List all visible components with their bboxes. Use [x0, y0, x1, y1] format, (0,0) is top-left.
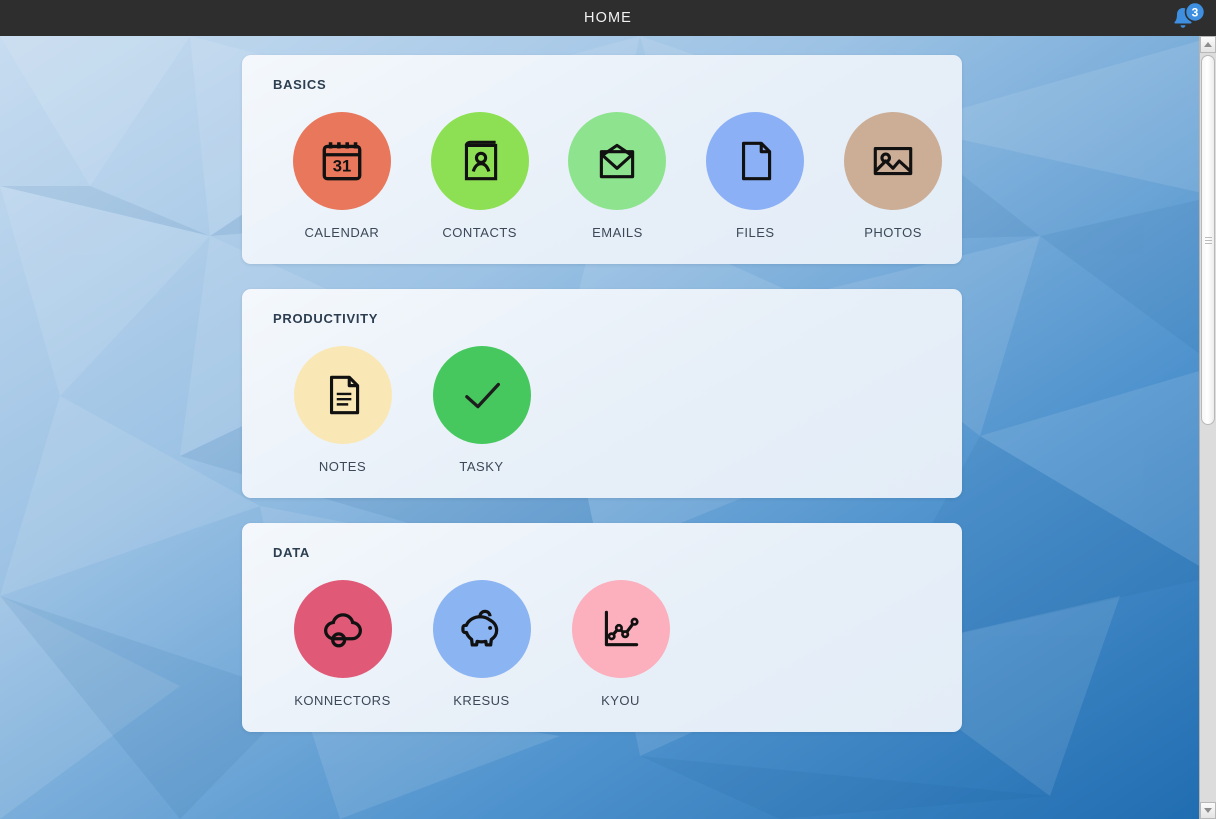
app-icon-circle[interactable] [293, 346, 392, 444]
app-tile-contacts[interactable]: CONTACTS [411, 112, 549, 240]
caret-down-icon [1204, 808, 1212, 813]
app-tile-kyou[interactable]: KYOU [551, 580, 690, 708]
app-grid: 31 CALENDAR CONTACTS EMAILS FILES PHOTOS [242, 92, 962, 264]
app-icon-circle[interactable]: 31 [292, 112, 391, 210]
scrollbar-thumb[interactable] [1201, 55, 1215, 425]
app-label: EMAILS [592, 225, 643, 240]
desktop-background: BASICS 31 CALENDAR CONTACTS EMAILS FILES… [0, 36, 1216, 819]
scrollbar-grip [1204, 235, 1212, 246]
app-tile-tasky[interactable]: TASKY [412, 346, 551, 474]
app-sections: BASICS 31 CALENDAR CONTACTS EMAILS FILES… [242, 55, 962, 757]
svg-text:31: 31 [333, 156, 352, 175]
scroll-up-button[interactable] [1200, 36, 1216, 53]
app-grid: NOTES TASKY [242, 326, 962, 498]
app-grid: KONNECTORS KRESUS KYOU [242, 560, 962, 732]
caret-up-icon [1204, 42, 1212, 47]
notification-count: 3 [1192, 6, 1199, 20]
app-label: CONTACTS [442, 225, 517, 240]
envelope-icon [600, 143, 635, 179]
title-bar: HOME 3 [0, 0, 1216, 36]
app-icon-circle[interactable] [432, 346, 531, 444]
section-card-basics: BASICS 31 CALENDAR CONTACTS EMAILS FILES… [242, 55, 962, 264]
app-icon-circle[interactable] [293, 580, 392, 678]
app-icon-circle[interactable] [430, 112, 529, 210]
section-title: DATA [273, 545, 310, 560]
scroll-down-button[interactable] [1200, 802, 1216, 819]
vertical-scrollbar[interactable] [1199, 36, 1216, 819]
address-book-icon [464, 140, 497, 181]
section-title: BASICS [273, 77, 327, 92]
document-icon [742, 141, 772, 181]
app-label: PHOTOS [864, 225, 922, 240]
app-tile-notes[interactable]: NOTES [273, 346, 412, 474]
app-tile-konnectors[interactable]: KONNECTORS [273, 580, 412, 708]
section-title: PRODUCTIVITY [273, 311, 379, 326]
app-icon-circle[interactable] [706, 112, 805, 210]
app-tile-photos[interactable]: PHOTOS [824, 112, 962, 240]
piggy-bank-icon [460, 609, 498, 647]
app-icon-circle[interactable] [571, 580, 670, 678]
app-tile-kresus[interactable]: KRESUS [412, 580, 551, 708]
app-label: FILES [735, 225, 775, 240]
line-chart-icon [604, 610, 639, 647]
app-icon-circle[interactable] [432, 580, 531, 678]
app-icon-circle[interactable] [568, 112, 667, 210]
image-icon [873, 146, 913, 176]
section-card-productivity: PRODUCTIVITY NOTES TASKY [242, 289, 962, 498]
calendar-icon: 31 [322, 142, 362, 181]
app-label: KYOU [601, 693, 640, 708]
app-label: KONNECTORS [294, 693, 391, 708]
cloud-node-icon [323, 613, 362, 648]
app-label: CALENDAR [304, 225, 380, 240]
checkmark-icon [464, 382, 500, 409]
app-icon-circle[interactable] [844, 112, 943, 210]
app-label: TASKY [459, 459, 504, 474]
app-tile-emails[interactable]: EMAILS [549, 112, 687, 240]
notification-button[interactable]: 3 [1166, 1, 1208, 34]
section-card-data: DATA KONNECTORS KRESUS KYOU [242, 523, 962, 732]
page-title: HOME [584, 10, 632, 26]
app-label: KRESUS [453, 693, 510, 708]
app-tile-files[interactable]: FILES [686, 112, 824, 240]
app-tile-calendar[interactable]: 31 CALENDAR [273, 112, 411, 240]
note-lines-icon [329, 375, 359, 415]
app-label: NOTES [318, 459, 367, 474]
